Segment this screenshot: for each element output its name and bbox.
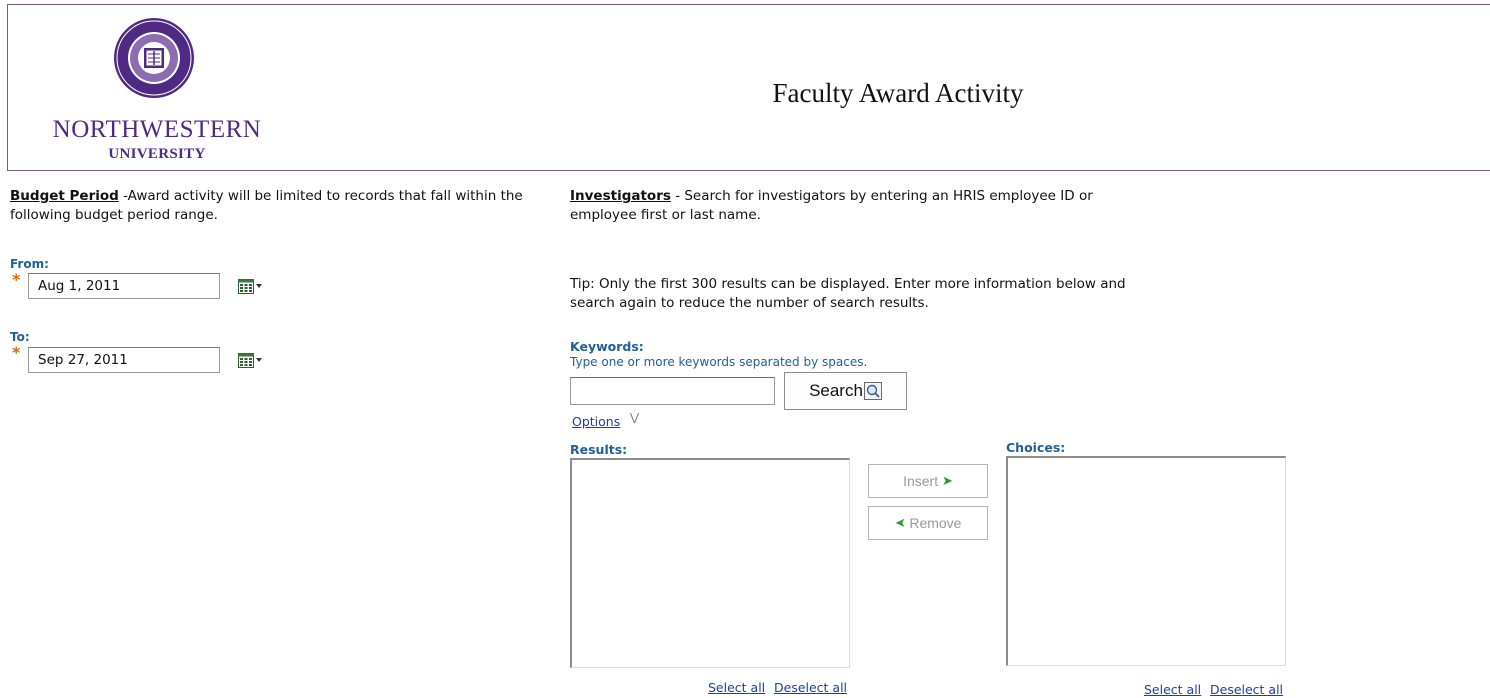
arrow-right-icon: ➤ <box>942 473 953 488</box>
budget-period-heading: Budget Period <box>10 188 119 204</box>
investigators-heading: Investigators <box>570 188 671 204</box>
required-marker: * <box>12 343 21 362</box>
search-button[interactable]: Search <box>784 372 907 410</box>
to-date-input[interactable]: Sep 27, 2011 <box>28 347 220 373</box>
from-label: From: <box>10 257 49 271</box>
calendar-icon <box>238 278 254 294</box>
from-date-input[interactable]: Aug 1, 2011 <box>28 273 220 299</box>
keywords-label: Keywords: <box>570 339 644 354</box>
keywords-input[interactable] <box>570 377 775 405</box>
search-button-label: Search <box>809 381 863 400</box>
choices-listbox[interactable] <box>1006 456 1286 666</box>
results-label: Results: <box>570 442 628 457</box>
choices-deselect-all-link[interactable]: Deselect all <box>1210 682 1283 697</box>
budget-period-intro: Budget Period -Award activity will be li… <box>10 187 530 225</box>
to-label: To: <box>10 330 30 344</box>
double-chevron-down-icon[interactable]: ⋁ <box>630 411 639 424</box>
chevron-down-icon <box>256 284 262 288</box>
logo-subtitle: UNIVERSITY <box>108 146 206 162</box>
search-icon <box>863 382 882 400</box>
logo-wordmark: NORTHWESTERN <box>52 116 262 143</box>
calendar-icon <box>238 352 254 368</box>
choices-select-all-link[interactable]: Select all <box>1144 682 1201 697</box>
keywords-hint: Type one or more keywords separated by s… <box>570 355 868 369</box>
arrow-left-icon: ➤ <box>894 515 906 530</box>
chevron-down-icon <box>256 358 262 362</box>
page-title: Faculty Award Activity <box>772 78 1024 108</box>
investigators-intro: Investigators - Search for investigators… <box>570 187 1100 225</box>
from-date-picker-button[interactable] <box>230 273 270 299</box>
choices-label: Choices: <box>1006 440 1066 455</box>
required-marker: * <box>12 270 21 289</box>
remove-button-label: Remove <box>909 515 962 531</box>
insert-button-label: Insert <box>903 473 939 489</box>
search-tip: Tip: Only the first 300 results can be d… <box>570 276 1126 311</box>
results-select-all-link[interactable]: Select all <box>708 680 765 695</box>
results-deselect-all-link[interactable]: Deselect all <box>774 680 847 695</box>
results-listbox[interactable] <box>570 458 850 668</box>
options-link[interactable]: Options <box>572 414 620 429</box>
university-seal-logo <box>114 18 194 98</box>
remove-button[interactable]: ➤ Remove <box>868 506 988 540</box>
insert-button[interactable]: Insert ➤ <box>868 464 988 498</box>
to-date-picker-button[interactable] <box>230 347 270 373</box>
page-header: NORTHWESTERN UNIVERSITY Faculty Award Ac… <box>7 4 1490 171</box>
